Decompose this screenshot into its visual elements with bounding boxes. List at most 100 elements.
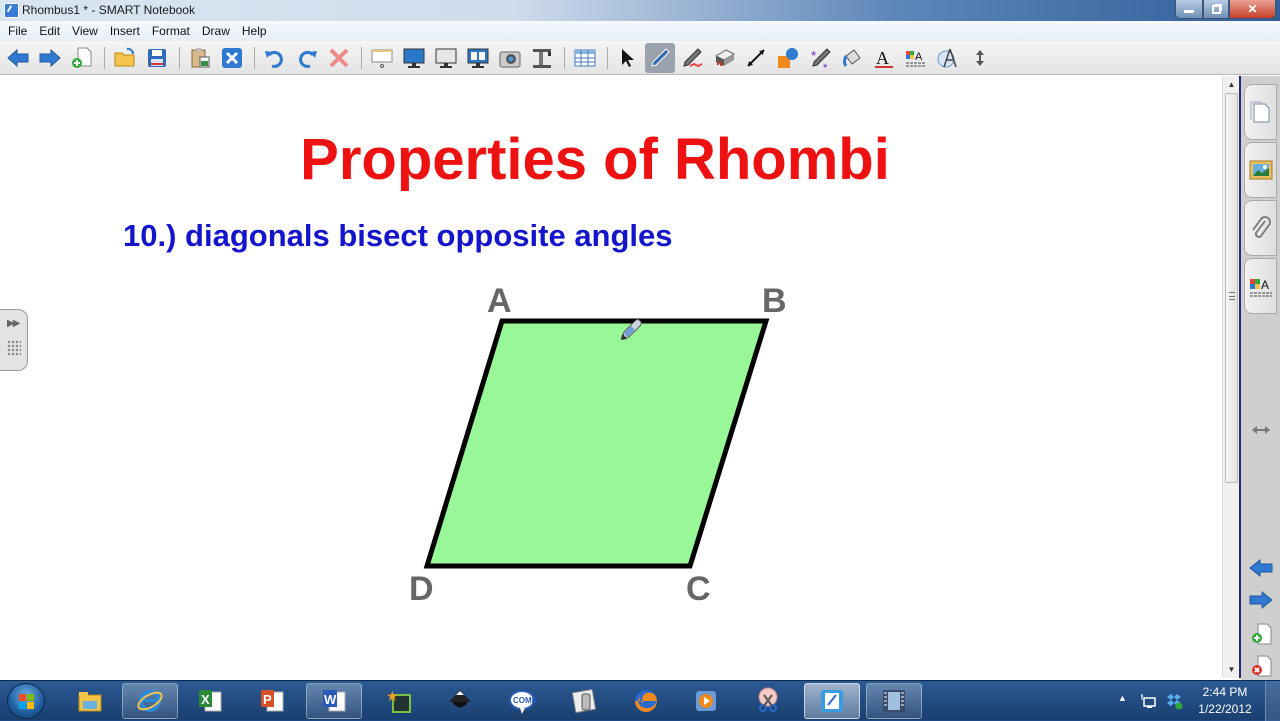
toolbar-separator: [607, 46, 608, 69]
eraser-button[interactable]: [709, 43, 739, 73]
notebook-window: Rhombus1 * - SMART Notebook ✕ File Edit …: [0, 0, 1280, 680]
sidebar-add-page-button[interactable]: [1247, 622, 1275, 646]
taskbar-app-word[interactable]: W: [306, 683, 362, 719]
phone-tools-icon: [571, 688, 597, 714]
fill-button[interactable]: [837, 43, 867, 73]
sidebar-delete-page-button[interactable]: [1247, 654, 1275, 678]
shapes-icon: [778, 47, 798, 68]
delete-button[interactable]: [324, 43, 354, 73]
menu-edit[interactable]: Edit: [33, 24, 66, 38]
screen-shade-icon: [371, 49, 393, 68]
taskbar-app-explorer[interactable]: [62, 683, 118, 719]
pen-button[interactable]: [645, 42, 675, 73]
expand-toolbar-tab[interactable]: ▶▶: [0, 309, 28, 371]
start-button[interactable]: [7, 683, 45, 719]
menu-view[interactable]: View: [66, 24, 104, 38]
title-bar: Rhombus1 * - SMART Notebook ✕: [0, 0, 1280, 21]
insert-table-button[interactable]: [570, 43, 600, 73]
screen-shade-button[interactable]: [367, 43, 397, 73]
magic-pen-button[interactable]: ★ ★: [805, 43, 835, 73]
creative-pen-button[interactable]: [677, 43, 707, 73]
previous-page-button[interactable]: [3, 43, 33, 73]
taskbar-app-comic-life[interactable]: COMIC: [494, 683, 550, 719]
minimize-button[interactable]: [1175, 0, 1203, 19]
transparent-background-button[interactable]: [431, 43, 461, 73]
inkscape-icon: [449, 690, 471, 708]
rhombus-shape[interactable]: [423, 318, 770, 569]
vertex-label-d: D: [409, 570, 434, 608]
add-page-button[interactable]: [67, 43, 97, 73]
paste-button[interactable]: [185, 43, 215, 73]
save-button[interactable]: [142, 43, 172, 73]
taskbar-app-media-player[interactable]: [678, 683, 734, 719]
sidebar-next-page-button[interactable]: [1247, 588, 1275, 612]
slide-subtitle[interactable]: 10.) diagonals bisect opposite angles: [123, 218, 673, 254]
menu-help[interactable]: Help: [236, 24, 273, 38]
text-button[interactable]: A: [869, 43, 899, 73]
next-page-button[interactable]: [35, 43, 65, 73]
clock-date[interactable]: 1/22/2012: [1190, 702, 1260, 716]
line-button[interactable]: [741, 43, 771, 73]
menu-format[interactable]: Format: [146, 24, 196, 38]
shapes-button[interactable]: [773, 43, 803, 73]
dropbox-icon[interactable]: [1165, 692, 1183, 710]
move-vertical-icon: [976, 49, 984, 66]
add-page-icon: [72, 47, 92, 68]
toolbar-separator: [104, 46, 105, 69]
taskbar-app-film[interactable]: [866, 683, 922, 719]
move-toolbar-button[interactable]: [965, 43, 995, 73]
move-sidebar-button[interactable]: [1247, 418, 1275, 442]
page-sorter-tab[interactable]: [1244, 84, 1277, 140]
menu-draw[interactable]: Draw: [196, 24, 236, 38]
taskbar-app-notebook[interactable]: [804, 683, 860, 719]
full-screen-button[interactable]: [399, 43, 429, 73]
network-icon[interactable]: [1140, 693, 1156, 709]
measurement-tools-button[interactable]: [933, 43, 963, 73]
full-screen-toggle-button[interactable]: [217, 43, 247, 73]
svg-text:COMIC: COMIC: [513, 696, 536, 705]
clock-time[interactable]: 2:44 PM: [1190, 685, 1260, 699]
svg-text:A: A: [915, 51, 923, 63]
attachments-tab[interactable]: [1244, 200, 1277, 256]
properties-button[interactable]: A: [901, 43, 931, 73]
undo-button[interactable]: [260, 43, 290, 73]
screen-capture-button[interactable]: [495, 43, 525, 73]
menu-file[interactable]: File: [2, 24, 33, 38]
close-button[interactable]: ✕: [1229, 0, 1276, 19]
gallery-tab[interactable]: [1244, 142, 1277, 198]
taskbar-app-internet-explorer[interactable]: [122, 683, 178, 719]
dual-page-button[interactable]: [463, 43, 493, 73]
document-camera-icon: [533, 48, 551, 68]
slide-title[interactable]: Properties of Rhombi: [0, 126, 1190, 193]
vertex-label-c: C: [686, 570, 711, 608]
delete-icon: [329, 48, 349, 67]
sidebar-previous-page-button[interactable]: [1247, 556, 1275, 580]
taskbar-app-snipping-tool[interactable]: [740, 683, 796, 719]
redo-button[interactable]: [292, 43, 322, 73]
scrollbar-thumb[interactable]: [1225, 93, 1238, 483]
taskbar-app-firefox[interactable]: [618, 683, 674, 719]
scroll-down-button[interactable]: ▼: [1223, 661, 1240, 678]
scroll-up-button[interactable]: ▲: [1223, 76, 1240, 93]
document-camera-button[interactable]: [527, 43, 557, 73]
select-button[interactable]: [613, 43, 643, 73]
toolbar-separator: [564, 46, 565, 69]
taskbar-app-inkscape[interactable]: [432, 683, 488, 719]
arrow-left-icon: [7, 48, 29, 67]
open-file-button[interactable]: [110, 43, 140, 73]
fill-bucket-icon: [843, 48, 861, 67]
toolbar-separator: [254, 46, 255, 69]
taskbar-app-excel[interactable]: X: [182, 683, 238, 719]
restore-button[interactable]: [1203, 0, 1229, 19]
properties-tab[interactable]: A: [1244, 258, 1277, 314]
show-desktop-button[interactable]: [1265, 681, 1280, 721]
taskbar-app-gallery-star[interactable]: ★: [371, 683, 427, 719]
properties-icon: A: [1249, 278, 1272, 297]
taskbar-app-powerpoint[interactable]: P: [244, 683, 300, 719]
whiteboard-canvas[interactable]: Properties of Rhombi 10.) diagonals bise…: [0, 76, 1222, 678]
show-hidden-icons-button[interactable]: ▲: [1118, 693, 1127, 703]
vertical-scrollbar[interactable]: ▲ ▼: [1222, 76, 1239, 678]
menu-insert[interactable]: Insert: [104, 24, 146, 38]
taskbar-app-phone-tools[interactable]: [556, 683, 612, 719]
notebook-app-icon: [4, 3, 19, 18]
